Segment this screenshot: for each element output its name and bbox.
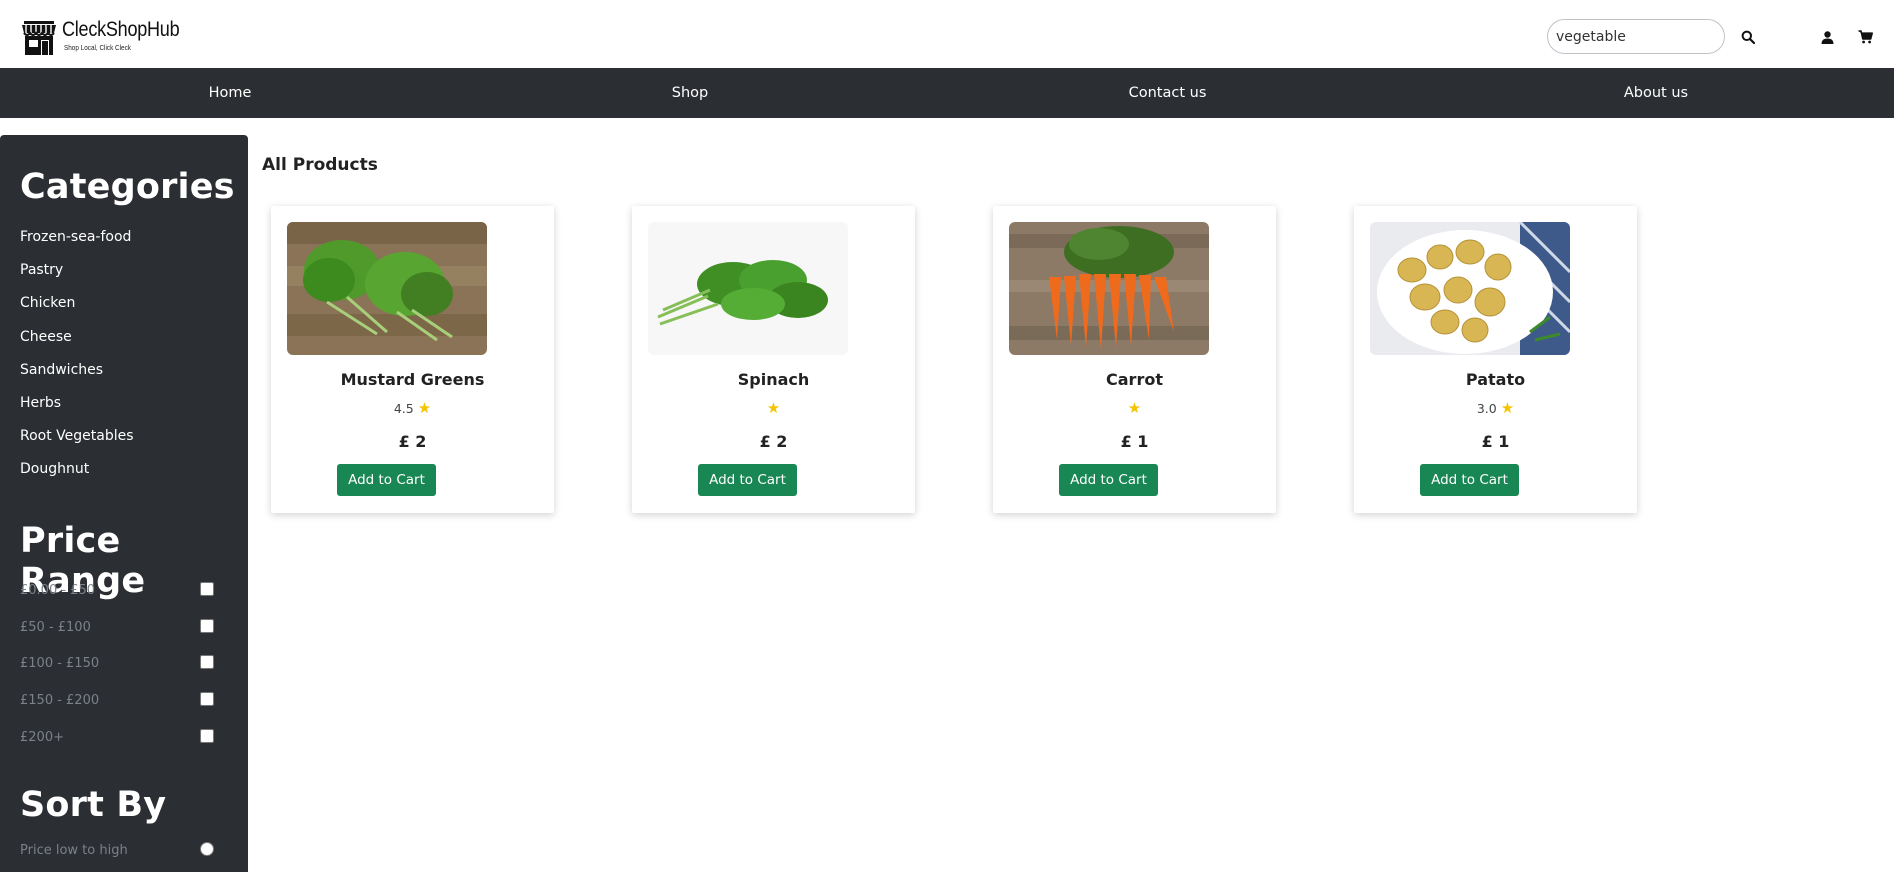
product-rating: 4.5 ★ [271, 399, 554, 417]
rating-value: 3.0 [1476, 401, 1497, 416]
category-item-chicken[interactable]: Chicken [20, 287, 134, 320]
sort-radio[interactable] [200, 842, 214, 856]
price-range-checkbox[interactable] [200, 729, 214, 743]
nav-contact-us[interactable]: Contact us [1110, 68, 1225, 118]
price-range-option: £50 - £100 [20, 619, 215, 639]
nav-shop[interactable]: Shop [640, 68, 740, 118]
mustard-greens-photo [287, 222, 487, 355]
product-card: Mustard Greens 4.5 ★ £ 2 Add to Cart [271, 206, 554, 513]
search-input[interactable] [1547, 19, 1725, 54]
product-rating: ★ [993, 399, 1276, 417]
add-to-cart-button[interactable]: Add to Cart [337, 464, 436, 496]
product-image[interactable] [1370, 222, 1570, 355]
spinach-photo [648, 222, 848, 355]
price-range-label: £50 - £100 [20, 620, 91, 635]
price-range-label: £150 - £200 [20, 693, 100, 708]
category-item-pastry[interactable]: Pastry [20, 254, 134, 287]
price-range-option: £200+ [20, 729, 215, 749]
star-icon: ★ [766, 399, 781, 417]
cart-button[interactable] [1855, 27, 1875, 47]
potato-photo [1370, 222, 1570, 355]
product-price: £ 1 [1120, 432, 1149, 451]
star-icon: ★ [1127, 399, 1142, 417]
add-to-cart-button[interactable]: Add to Cart [1420, 464, 1519, 496]
search-button[interactable] [1738, 27, 1758, 47]
star-icon: ★ [417, 399, 432, 417]
price-range-option: £100 - £150 [20, 655, 215, 675]
price-range-checkbox[interactable] [200, 619, 214, 633]
header: CleckShopHub Shop Local, Click Cleck [0, 0, 1894, 68]
product-name[interactable]: Patato [1354, 370, 1637, 389]
product-price: £ 1 [1481, 432, 1510, 451]
add-to-cart-button[interactable]: Add to Cart [1059, 464, 1158, 496]
star-icon: ★ [1500, 399, 1515, 417]
product-card: Spinach ★ £ 2 Add to Cart [632, 206, 915, 513]
product-card: Patato 3.0 ★ £ 1 Add to Cart [1354, 206, 1637, 513]
product-image[interactable] [287, 222, 487, 355]
product-name[interactable]: Spinach [632, 370, 915, 389]
product-rating: 3.0 ★ [1354, 399, 1637, 417]
price-range-checkbox[interactable] [200, 692, 214, 706]
price-range-label: £100 - £150 [20, 656, 100, 671]
user-icon [1821, 30, 1833, 44]
search-icon [1741, 30, 1755, 44]
main-nav: Home Shop Contact us About us [0, 68, 1894, 118]
filter-sidebar: Categories Frozen-sea-food Pastry Chicke… [0, 135, 248, 872]
product-price: £ 2 [759, 432, 788, 451]
brand-logo[interactable]: CleckShopHub Shop Local, Click Cleck [21, 19, 198, 55]
price-range-label: £200+ [20, 730, 64, 745]
cart-icon [1858, 30, 1873, 44]
carrot-photo [1009, 222, 1209, 355]
price-range-option: £0.00 - £50 [20, 582, 215, 602]
product-price: £ 2 [398, 432, 427, 451]
category-item-root-vegetables[interactable]: Root Vegetables [20, 420, 134, 453]
category-item-cheese[interactable]: Cheese [20, 321, 134, 354]
brand-name: CleckShopHub [62, 18, 180, 41]
product-image[interactable] [1009, 222, 1209, 355]
nav-about-us[interactable]: About us [1606, 68, 1706, 118]
page-title: All Products [262, 155, 378, 175]
category-item-sandwiches[interactable]: Sandwiches [20, 354, 134, 387]
category-list: Frozen-sea-food Pastry Chicken Cheese Sa… [20, 221, 134, 487]
product-image[interactable] [648, 222, 848, 355]
price-range-checkbox[interactable] [200, 655, 214, 669]
product-card: Carrot ★ £ 1 Add to Cart [993, 206, 1276, 513]
price-range-option: £150 - £200 [20, 692, 215, 712]
sort-by-heading: Sort By [20, 785, 167, 825]
category-item-doughnut[interactable]: Doughnut [20, 453, 134, 486]
product-name[interactable]: Mustard Greens [271, 370, 554, 389]
product-name[interactable]: Carrot [993, 370, 1276, 389]
brand-tagline: Shop Local, Click Cleck [64, 43, 131, 52]
rating-value: 4.5 [393, 401, 414, 416]
category-item-frozen-sea-food[interactable]: Frozen-sea-food [20, 221, 134, 254]
nav-home[interactable]: Home [180, 68, 280, 118]
sort-option-label: Price low to high [20, 843, 128, 858]
sort-option: Price low to high [20, 842, 215, 862]
add-to-cart-button[interactable]: Add to Cart [698, 464, 797, 496]
price-range-label: £0.00 - £50 [20, 583, 95, 598]
user-account-button[interactable] [1817, 27, 1837, 47]
category-item-herbs[interactable]: Herbs [20, 387, 134, 420]
storefront-icon [22, 21, 56, 55]
product-rating: ★ [632, 399, 915, 417]
price-range-checkbox[interactable] [200, 582, 214, 596]
categories-heading: Categories [20, 167, 235, 207]
